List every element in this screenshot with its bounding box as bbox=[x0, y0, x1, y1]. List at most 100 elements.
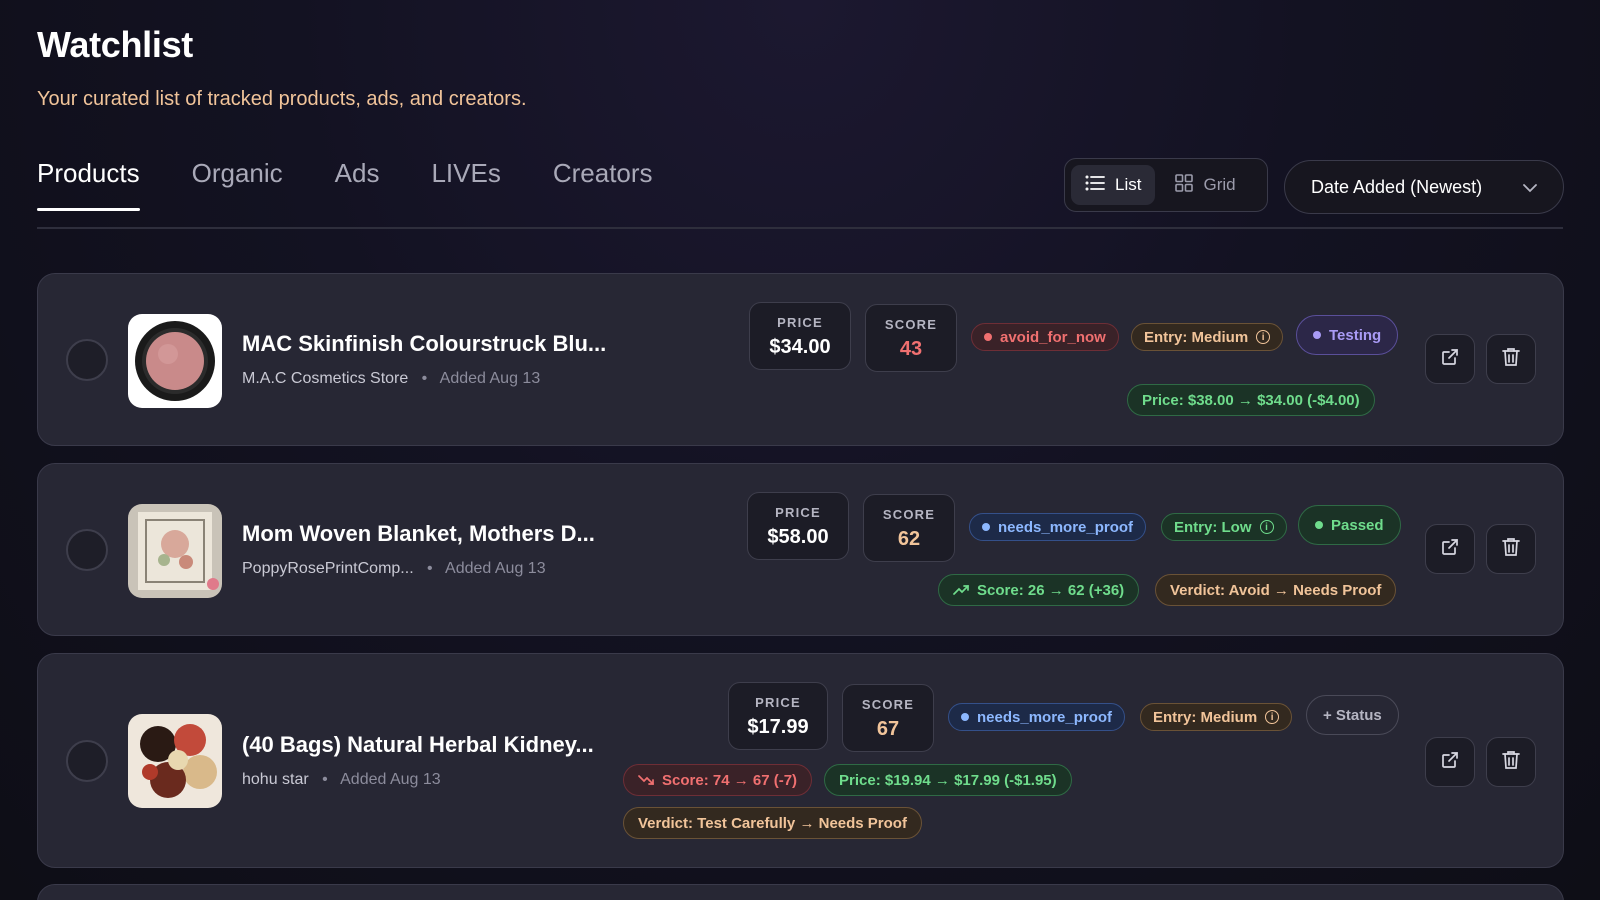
product-name[interactable]: MAC Skinfinish Colourstruck Blu... bbox=[242, 331, 606, 357]
product-thumbnail bbox=[128, 504, 222, 598]
score-label: SCORE bbox=[861, 697, 915, 712]
list-view-button[interactable]: List bbox=[1071, 165, 1156, 205]
product-meta: PoppyRosePrintComp... • Added Aug 13 bbox=[242, 560, 546, 578]
status-label: Passed bbox=[1331, 516, 1384, 534]
price-change-badge: Price: $38.00 → $34.00 (-$4.00) bbox=[1127, 384, 1375, 416]
product-card: MAC Skinfinish Colourstruck Blu... M.A.C… bbox=[37, 273, 1564, 446]
entry-badge: Entry: Medium i bbox=[1140, 703, 1293, 731]
tab-products[interactable]: Products bbox=[37, 158, 140, 211]
select-checkbox[interactable] bbox=[66, 740, 108, 782]
trash-icon bbox=[1502, 537, 1520, 562]
open-link-button[interactable] bbox=[1425, 524, 1475, 574]
info-icon[interactable]: i bbox=[1265, 710, 1280, 724]
entry-label: Entry: Medium bbox=[1153, 708, 1258, 726]
meta-separator: • bbox=[418, 560, 442, 577]
status-label: Testing bbox=[1329, 326, 1382, 344]
verdict-change-label: Verdict: Test Carefully → Needs Proof bbox=[638, 814, 907, 832]
status-dot bbox=[1313, 331, 1321, 339]
tab-bar: Products Organic Ads LIVEs Creators bbox=[37, 158, 653, 211]
product-name[interactable]: (40 Bags) Natural Herbal Kidney... bbox=[242, 732, 594, 758]
price-box: PRICE $58.00 bbox=[747, 492, 849, 560]
list-icon bbox=[1085, 174, 1105, 197]
product-thumbnail bbox=[128, 714, 222, 808]
page-subtitle: Your curated list of tracked products, a… bbox=[37, 88, 527, 110]
external-link-icon bbox=[1441, 348, 1459, 371]
verdict-change-badge: Verdict: Avoid → Needs Proof bbox=[1155, 574, 1397, 606]
score-change-badge: Score: 74 → 67 (-7) bbox=[623, 764, 813, 796]
recommendation-label: needs_more_proof bbox=[998, 518, 1134, 536]
tab-lives[interactable]: LIVEs bbox=[431, 158, 500, 211]
delete-button[interactable] bbox=[1486, 334, 1536, 384]
chevron-down-icon bbox=[1523, 177, 1537, 198]
list-label: List bbox=[1115, 175, 1142, 194]
price-change-badge: Price: $19.94 → $17.99 (-$1.95) bbox=[824, 764, 1072, 796]
page-title: Watchlist bbox=[37, 24, 193, 65]
status-button[interactable]: Testing bbox=[1296, 315, 1399, 355]
score-change-label: Score: 26 → 62 (+36) bbox=[977, 581, 1125, 599]
price-label: PRICE bbox=[775, 505, 821, 520]
view-toggle: List Grid bbox=[1064, 158, 1268, 212]
price-value: $17.99 bbox=[747, 716, 809, 738]
added-date: Added Aug 13 bbox=[439, 370, 541, 387]
select-checkbox[interactable] bbox=[66, 529, 108, 571]
store-name[interactable]: hohu star bbox=[242, 771, 309, 788]
status-dot bbox=[982, 523, 990, 531]
sort-value: Date Added (Newest) bbox=[1311, 176, 1483, 197]
trash-icon bbox=[1502, 750, 1520, 775]
price-change-label: Price: $19.94 → $17.99 (-$1.95) bbox=[839, 771, 1057, 789]
meta-separator: • bbox=[313, 771, 337, 788]
tab-ads[interactable]: Ads bbox=[335, 158, 380, 211]
grid-view-button[interactable]: Grid bbox=[1161, 165, 1249, 205]
open-link-button[interactable] bbox=[1425, 334, 1475, 384]
price-box: PRICE $17.99 bbox=[728, 682, 828, 750]
grid-label: Grid bbox=[1203, 175, 1236, 194]
status-dot bbox=[961, 713, 969, 721]
score-value: 62 bbox=[897, 528, 921, 550]
trash-icon bbox=[1502, 347, 1520, 372]
status-button[interactable]: Passed bbox=[1298, 505, 1401, 545]
open-link-button[interactable] bbox=[1425, 737, 1475, 787]
price-box: PRICE $34.00 bbox=[749, 302, 851, 370]
watchlist-page: Watchlist Your curated list of tracked p… bbox=[0, 0, 1600, 900]
score-change-label: Score: 74 → 67 (-7) bbox=[662, 771, 798, 789]
recommendation-badge: needs_more_proof bbox=[969, 513, 1147, 541]
recommendation-badge: needs_more_proof bbox=[948, 703, 1126, 731]
price-label: PRICE bbox=[755, 695, 801, 710]
store-name[interactable]: PoppyRosePrintComp... bbox=[242, 560, 414, 577]
info-icon[interactable]: i bbox=[1259, 520, 1274, 534]
product-card: (40 Bags) Natural Herbal Kidney... hohu … bbox=[37, 653, 1564, 868]
tab-creators[interactable]: Creators bbox=[553, 158, 653, 211]
recommendation-badge: avoid_for_now bbox=[971, 323, 1119, 351]
added-date: Added Aug 13 bbox=[340, 771, 441, 788]
trend-down-icon bbox=[638, 772, 654, 789]
tab-organic[interactable]: Organic bbox=[192, 158, 283, 211]
entry-label: Entry: Low bbox=[1174, 518, 1252, 536]
verdict-change-label: Verdict: Avoid → Needs Proof bbox=[1170, 581, 1382, 599]
product-thumbnail bbox=[128, 314, 222, 408]
delete-button[interactable] bbox=[1486, 524, 1536, 574]
status-dot bbox=[1315, 521, 1323, 529]
add-status-button[interactable]: + Status bbox=[1306, 695, 1399, 735]
product-card bbox=[37, 884, 1564, 900]
external-link-icon bbox=[1441, 538, 1459, 561]
score-value: 43 bbox=[899, 338, 923, 360]
recommendation-label: needs_more_proof bbox=[977, 708, 1113, 726]
sort-dropdown[interactable]: Date Added (Newest) bbox=[1284, 160, 1564, 214]
status-label: + Status bbox=[1323, 706, 1382, 724]
grid-icon bbox=[1175, 173, 1194, 197]
delete-button[interactable] bbox=[1486, 737, 1536, 787]
entry-label: Entry: Medium bbox=[1144, 328, 1249, 346]
product-name[interactable]: Mom Woven Blanket, Mothers D... bbox=[242, 521, 595, 547]
price-label: PRICE bbox=[777, 315, 823, 330]
select-checkbox[interactable] bbox=[66, 339, 108, 381]
verdict-change-badge: Verdict: Test Carefully → Needs Proof bbox=[623, 807, 922, 839]
trend-up-icon bbox=[953, 582, 969, 599]
added-date: Added Aug 13 bbox=[445, 560, 546, 577]
price-change-label: Price: $38.00 → $34.00 (-$4.00) bbox=[1142, 391, 1360, 409]
price-value: $34.00 bbox=[769, 336, 831, 358]
status-dot bbox=[984, 333, 992, 341]
info-icon[interactable]: i bbox=[1256, 330, 1271, 344]
product-meta: hohu star • Added Aug 13 bbox=[242, 771, 441, 789]
store-name[interactable]: M.A.C Cosmetics Store bbox=[242, 370, 408, 387]
score-box: SCORE 43 bbox=[865, 304, 957, 372]
